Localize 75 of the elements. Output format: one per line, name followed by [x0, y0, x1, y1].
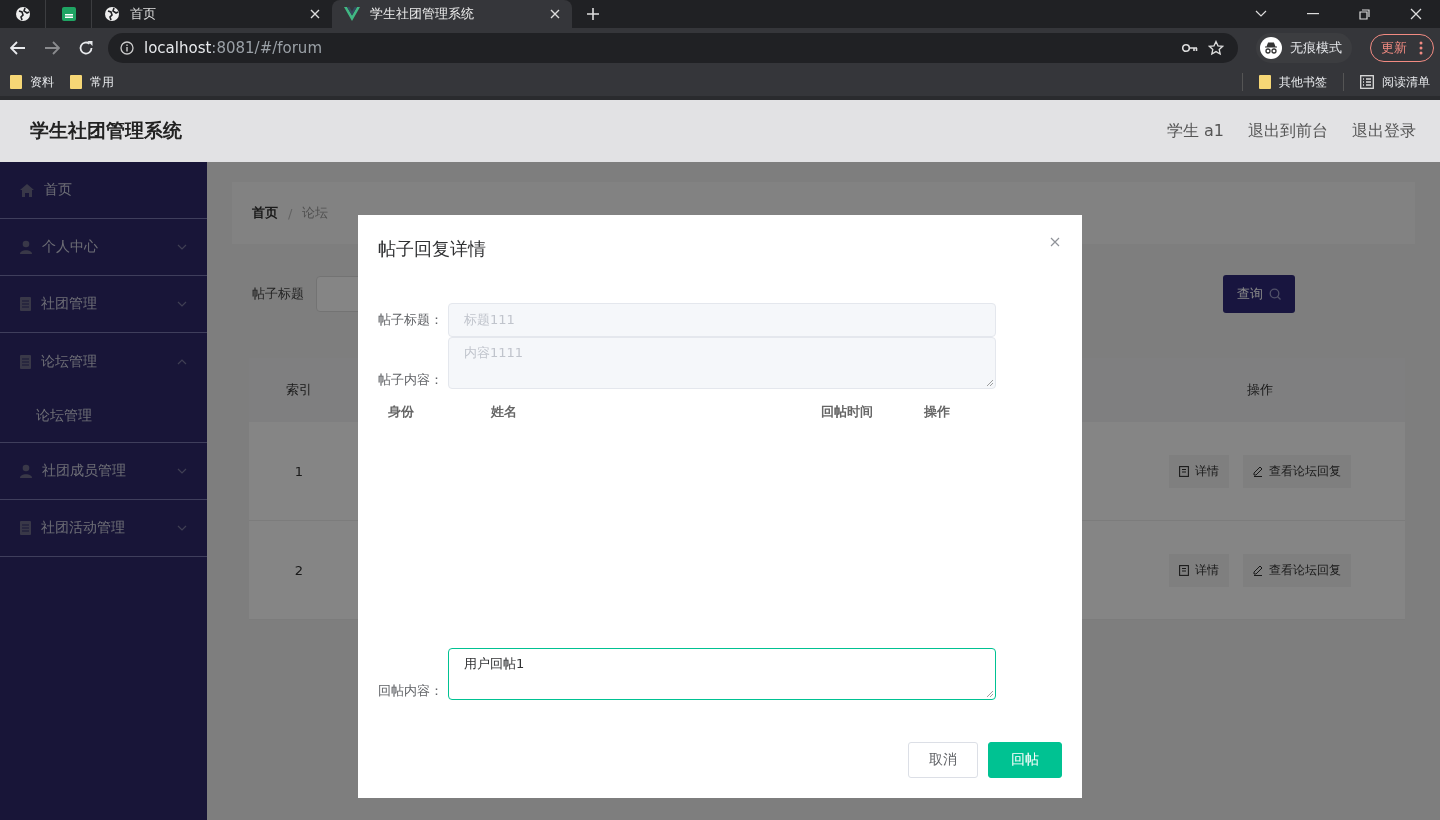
restore-icon[interactable]: [1359, 8, 1370, 20]
resize-handle-icon[interactable]: [986, 690, 993, 697]
field-label: 帖子内容：: [378, 371, 444, 389]
reading-list-button[interactable]: 阅读清单: [1360, 73, 1430, 91]
chevron-up-icon: [177, 358, 187, 365]
chevron-down-icon[interactable]: [1255, 10, 1267, 18]
document-icon: [20, 297, 31, 311]
forward-icon[interactable]: [44, 41, 60, 55]
search-button[interactable]: 查询: [1223, 275, 1295, 313]
table-cell-text: 1: [293, 463, 305, 479]
incognito-icon: [1260, 37, 1282, 59]
details-button[interactable]: 详情: [1169, 553, 1229, 587]
v-logo-icon: [344, 7, 360, 21]
globe-icon: [14, 6, 31, 22]
star-icon[interactable]: [1208, 40, 1224, 56]
column-header: 回帖时间: [819, 402, 874, 421]
view-replies-button[interactable]: 查看论坛回复: [1243, 454, 1351, 488]
info-icon: [120, 41, 134, 55]
home-icon: [20, 183, 34, 197]
spreadsheet-icon: [60, 6, 77, 22]
chevron-down-icon: [177, 525, 187, 531]
reply-field[interactable]: 用户回帖1: [448, 648, 996, 700]
column-header: 操作: [922, 402, 951, 421]
url-text: localhost:8081/#/forum: [144, 39, 322, 57]
chevron-down-icon: [177, 244, 187, 250]
tab-title: 学生社团管理系统: [370, 5, 475, 23]
tab-title: 首页: [130, 5, 157, 23]
pencil-icon: [1253, 564, 1263, 576]
field-label: 帖子标题：: [378, 311, 444, 329]
key-icon[interactable]: [1182, 43, 1198, 53]
search-label: 帖子标题: [252, 285, 304, 303]
pencil-icon: [1253, 465, 1263, 477]
document-icon: [20, 521, 31, 535]
reload-icon[interactable]: [78, 40, 94, 56]
back-icon[interactable]: [10, 41, 26, 55]
view-replies-button[interactable]: 查看论坛回复: [1243, 553, 1351, 587]
field-label: 回帖内容：: [378, 682, 444, 700]
document-icon: [20, 354, 31, 369]
minimize-icon[interactable]: [1307, 13, 1319, 15]
header-link[interactable]: 退出到前台: [1248, 120, 1328, 142]
dialog-title: 帖子回复详情: [378, 237, 486, 261]
user-icon: [20, 240, 32, 254]
app-title: 学生社团管理系统: [30, 118, 182, 143]
folder-icon: [1259, 75, 1271, 89]
column-header: 操作: [1246, 381, 1274, 399]
details-button[interactable]: 详情: [1169, 454, 1229, 488]
address-bar[interactable]: localhost:8081/#/forum: [108, 33, 1238, 63]
browser-tab[interactable]: 首页: [92, 0, 332, 28]
user-icon: [20, 464, 32, 478]
column-header: 索引: [285, 381, 313, 399]
breadcrumb-separator: /: [288, 205, 293, 221]
header-link[interactable]: 学生 a1: [1166, 120, 1224, 142]
bookmark-folder[interactable]: 资料: [10, 73, 54, 91]
incognito-button[interactable]: 无痕模式: [1256, 33, 1352, 63]
folder-icon: [70, 75, 82, 89]
column-header: 姓名: [490, 402, 518, 421]
folder-icon: [10, 75, 22, 89]
header-link[interactable]: 退出登录: [1352, 120, 1416, 142]
column-header: 身份: [387, 402, 415, 421]
more-icon: [1419, 41, 1423, 55]
search-icon: [1269, 288, 1281, 300]
document-icon: [1179, 564, 1189, 576]
table-cell-text: 2: [293, 562, 305, 578]
cancel-button[interactable]: 取消: [908, 742, 978, 778]
new-tab-icon[interactable]: [586, 7, 600, 21]
chevron-down-icon: [177, 301, 187, 307]
document-icon: [1179, 465, 1189, 477]
sidebar-item[interactable]: 论坛管理: [0, 333, 207, 390]
browser-tab[interactable]: 学生社团管理系统: [332, 0, 572, 28]
bookmark-folder[interactable]: 其他书签: [1259, 73, 1327, 91]
bookmark-folder[interactable]: 常用: [70, 73, 114, 91]
globe-icon: [104, 6, 120, 22]
chevron-down-icon: [177, 468, 187, 474]
list-icon: [1360, 75, 1374, 89]
breadcrumb-link[interactable]: 首页: [252, 204, 278, 222]
